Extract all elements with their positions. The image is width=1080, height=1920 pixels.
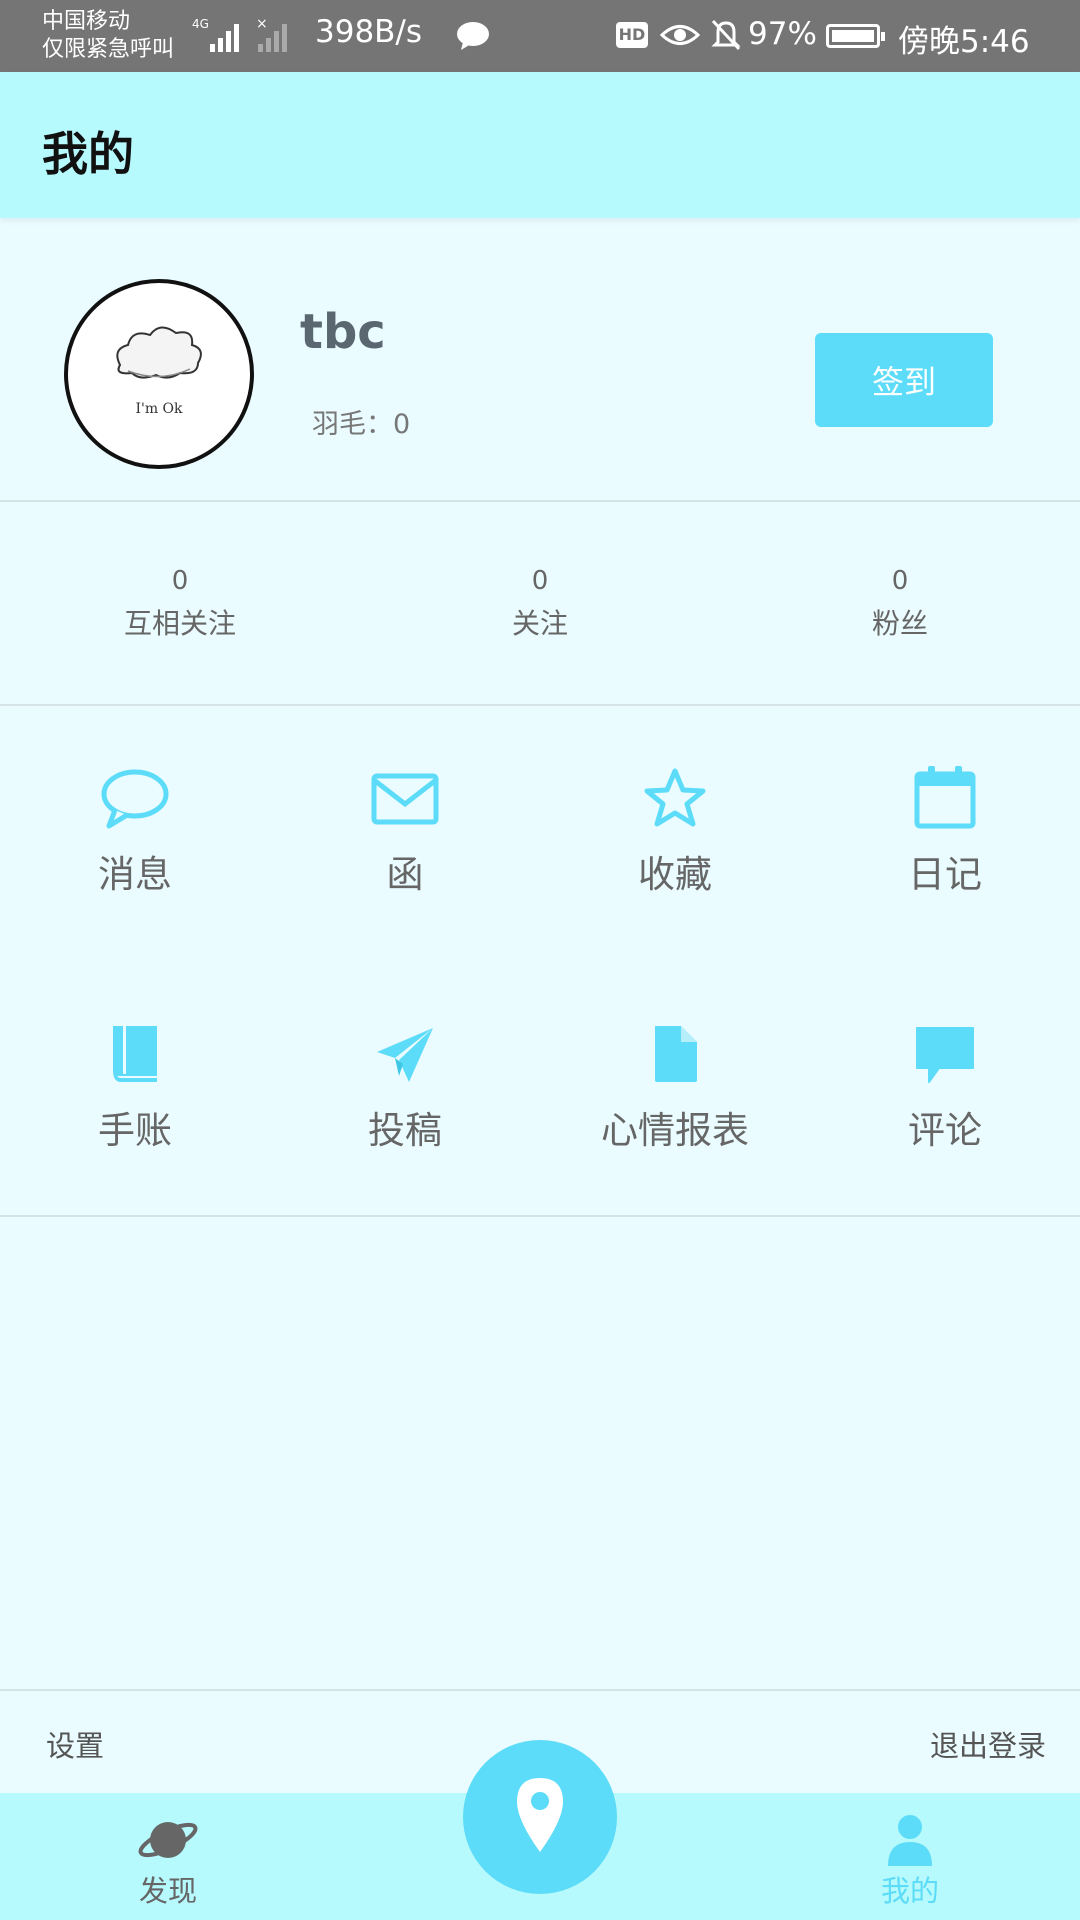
network-speed: 398B/s (315, 14, 423, 50)
divider (0, 704, 1080, 706)
tab-label: 我的 (880, 1874, 939, 1908)
stat-mutual-follow[interactable]: 0 互相关注 (50, 566, 310, 642)
menu-item-mood-report[interactable]: 心情报表 (540, 1022, 810, 1154)
menu-item-comments[interactable]: 评论 (810, 1022, 1080, 1154)
menu-label: 投稿 (368, 1109, 442, 1152)
menu-label: 心情报表 (601, 1109, 749, 1152)
signin-button[interactable]: 签到 (815, 333, 993, 427)
stat-label: 互相关注 (123, 607, 236, 640)
carrier-info: 中国移动 仅限紧急呼叫 (42, 8, 174, 64)
stat-count: 0 (171, 566, 189, 596)
stat-fans[interactable]: 0 粉丝 (770, 566, 1030, 642)
planet-icon (138, 1822, 198, 1858)
feather-count: 羽毛：0 (312, 409, 411, 440)
bell-muted-icon (711, 19, 741, 51)
location-pin-icon (517, 1778, 563, 1852)
tab-label: 发现 (138, 1874, 197, 1908)
menu-label: 评论 (908, 1109, 982, 1152)
divider (0, 1215, 1080, 1217)
tab-mine[interactable]: 我的 (850, 1812, 970, 1910)
person-icon (888, 1815, 932, 1866)
menu-label: 收藏 (638, 853, 712, 896)
username: tbc (300, 304, 386, 360)
stat-label: 关注 (511, 607, 568, 640)
logout-link[interactable]: 退出登录 (930, 1723, 1046, 1765)
app-header (0, 72, 1080, 218)
hd-badge: HD (616, 22, 648, 48)
cloud-icon (116, 326, 202, 379)
menu-item-messages[interactable]: 消息 (0, 766, 270, 898)
document-icon (655, 1026, 697, 1082)
network-type: 4G (192, 17, 209, 31)
battery-percent: 97% (748, 16, 817, 52)
svg-text:×: × (256, 16, 268, 32)
menu-label: 函 (386, 853, 424, 896)
calendar-icon (914, 766, 976, 829)
carrier-status: 仅限紧急呼叫 (42, 37, 175, 62)
avatar[interactable]: I'm Ok (64, 279, 254, 469)
comment-icon (916, 1027, 974, 1083)
page-title: 我的 (42, 127, 134, 181)
paper-plane-icon (377, 1028, 433, 1082)
menu-item-favorites[interactable]: 收藏 (540, 766, 810, 898)
menu-item-diary[interactable]: 日记 (810, 766, 1080, 898)
menu-label: 日记 (908, 853, 982, 896)
menu-label: 手账 (98, 1109, 172, 1152)
chat-notification-icon (457, 22, 489, 50)
menu-item-handbook[interactable]: 手账 (0, 1022, 270, 1154)
battery-icon (826, 24, 885, 48)
menu-item-letters[interactable]: 函 (270, 766, 540, 898)
stat-count: 0 (531, 566, 549, 596)
avatar-caption: I'm Ok (135, 401, 183, 417)
settings-link[interactable]: 设置 (46, 1723, 104, 1765)
divider (0, 500, 1080, 502)
divider (0, 1689, 1080, 1691)
clock: 傍晚5:46 (898, 24, 1030, 60)
signal-icon: 4G × (192, 16, 287, 52)
stat-label: 粉丝 (871, 607, 928, 640)
carrier-name: 中国移动 (42, 9, 131, 34)
stat-following[interactable]: 0 关注 (410, 566, 670, 642)
menu-label: 消息 (98, 853, 172, 896)
stat-count: 0 (891, 566, 909, 596)
message-bubble-icon (101, 769, 169, 829)
menu-item-submit[interactable]: 投稿 (270, 1022, 540, 1154)
star-icon (644, 768, 706, 827)
tab-discover[interactable]: 发现 (108, 1812, 228, 1910)
envelope-icon (371, 773, 439, 825)
book-icon (113, 1026, 157, 1082)
eye-icon (660, 25, 700, 45)
location-fab[interactable] (463, 1740, 617, 1894)
